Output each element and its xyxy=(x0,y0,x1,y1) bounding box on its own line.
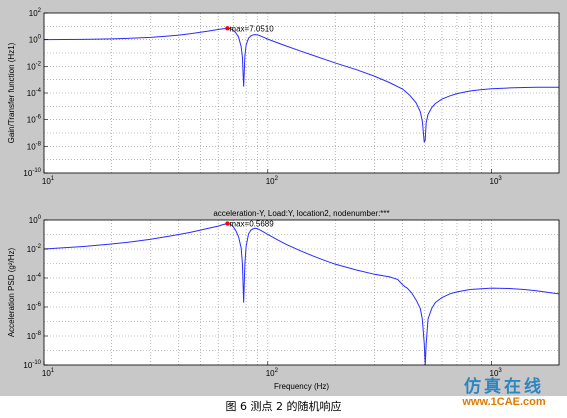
y-tick-label: 10-4 xyxy=(27,273,42,283)
x-tick-label: 102 xyxy=(266,368,279,378)
chart-panel-1: max=7.0510 102 100 10-2 10-4 10-6 10-8 10-10101… xyxy=(7,8,560,186)
peak-annotation: max=0.5689 xyxy=(229,220,274,229)
y-tick-label: 10-8 xyxy=(27,141,42,151)
chart-title: acceleration-Y, Load:Y, location2, noden… xyxy=(213,209,389,218)
y-tick-label: 10-2 xyxy=(27,244,42,254)
y-tick-label: 10-8 xyxy=(27,331,42,341)
peak-annotation: max=7.0510 xyxy=(229,24,274,33)
y-axis-label: Gain/Transfer function (Hz1) xyxy=(7,42,16,143)
x-axis-label: Frequency (Hz) xyxy=(274,382,329,391)
y-tick-label: 10-6 xyxy=(27,302,42,312)
y-tick-label: 100 xyxy=(29,215,42,225)
x-tick-label: 101 xyxy=(42,368,55,378)
watermark-url: www.1CAE.com xyxy=(462,396,546,408)
x-tick-label: 102 xyxy=(266,176,279,186)
watermark-text: 仿真在线 xyxy=(464,377,544,397)
y-tick-label: 100 xyxy=(29,35,42,45)
watermark-logo: 仿真在线 www.1CAE.com xyxy=(449,378,559,409)
y-tick-label: 10-6 xyxy=(27,115,42,125)
y-tick-label: 10-2 xyxy=(27,61,42,71)
y-tick-label: 10-10 xyxy=(23,360,41,370)
chart-panel-2: max=0.5689 100 10-2 10-4 10-6 10-8 10-10101 102… xyxy=(7,209,560,391)
plot-area xyxy=(44,13,559,173)
y-tick-label: 102 xyxy=(29,8,42,18)
y-tick-label: 10-4 xyxy=(27,88,42,98)
plot-canvas: max=7.051010210010-210-410-610-810-10101… xyxy=(7,8,560,391)
x-tick-label: 103 xyxy=(490,176,503,186)
x-tick-label: 101 xyxy=(42,176,55,186)
y-tick-label: 10-10 xyxy=(23,168,41,178)
y-axis-label: Acceleration PSD (g²/Hz) xyxy=(7,247,16,337)
plot-area xyxy=(44,220,559,365)
